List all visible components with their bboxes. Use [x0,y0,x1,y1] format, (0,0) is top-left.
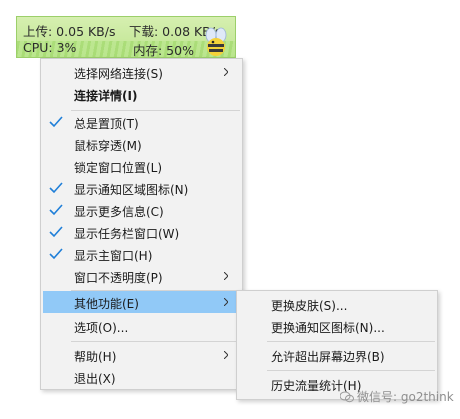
menu-item-label: 显示通知区域图标(N) [74,183,189,197]
menu-item-window-opacity[interactable]: 窗口不透明度(P) [43,265,240,287]
menu-item-label: 帮助(H) [74,350,117,364]
menu-item-options[interactable]: 选项(O)... [43,315,240,337]
widget-row-usage: CPU: 3% 内存: 50% [23,40,194,57]
menu-item-show-more-info[interactable]: 显示更多信息(C) [43,199,240,221]
wechat-watermark: 微信号: go2think [340,388,454,405]
menu-item-label: 窗口不透明度(P) [74,271,163,285]
submenu-item-change-skin[interactable]: 更换皮肤(S)... [239,293,435,315]
menu-separator [71,341,240,342]
checkmark-icon [49,182,63,194]
menu-item-label: 更换皮肤(S)... [271,299,348,313]
menu-item-label: 鼠标穿透(M) [74,139,142,153]
menu-separator [267,341,435,342]
watermark-text: 微信号: go2think [357,390,454,404]
chevron-right-icon [224,298,228,306]
menu-item-exit[interactable]: 退出(X) [43,366,240,388]
menu-item-label: 选择网络连接(S) [74,67,163,81]
wechat-icon [340,391,354,403]
menu-item-always-on-top[interactable]: 总是置顶(T) [43,111,240,133]
context-menu: 选择网络连接(S) 连接详情(I) 总是置顶(T) 鼠标穿透(M) 锁定窗口位置… [40,58,243,390]
bee-mascot-icon [205,27,227,56]
checkmark-icon [49,204,63,216]
menu-item-label: 允许超出屏幕边界(B) [271,350,385,364]
traffic-monitor-widget[interactable]: 上传: 0.05 KB/s 下载: 0.08 KB/s CPU: 3% 内存: … [16,16,236,58]
menu-item-label: 显示任务栏窗口(W) [74,227,180,241]
menu-item-select-network[interactable]: 选择网络连接(S) [43,61,240,83]
chevron-right-icon [224,351,228,359]
checkmark-icon [49,248,63,260]
menu-item-connection-details[interactable]: 连接详情(I) [43,83,240,105]
chevron-right-icon [224,68,228,76]
checkmark-icon [49,226,63,238]
menu-item-label: 显示更多信息(C) [74,205,164,219]
menu-item-help[interactable]: 帮助(H) [43,344,240,366]
chevron-right-icon [224,272,228,280]
menu-item-show-tray-icon[interactable]: 显示通知区域图标(N) [43,177,240,199]
widget-row-speed: 上传: 0.05 KB/s 下载: 0.08 KB/s [23,21,222,40]
menu-item-label: 锁定窗口位置(L) [74,161,163,175]
menu-item-label: 其他功能(E) [74,297,139,311]
menu-item-show-taskbar-window[interactable]: 显示任务栏窗口(W) [43,221,240,243]
submenu-item-change-tray-icon[interactable]: 更换通知区图标(N)... [239,315,435,337]
menu-item-label: 显示主窗口(H) [74,249,153,263]
menu-item-label: 更换通知区图标(N)... [271,321,385,335]
cpu-usage: CPU: 3% [23,40,77,55]
submenu-item-allow-beyond-screen[interactable]: 允许超出屏幕边界(B) [239,344,435,366]
menu-item-label: 选项(O)... [74,321,129,335]
menu-separator [267,370,435,371]
menu-item-lock-window[interactable]: 锁定窗口位置(L) [43,155,240,177]
menu-item-label: 总是置顶(T) [74,117,139,131]
memory-usage: 内存: 50% [133,43,194,58]
upload-speed: 上传: 0.05 KB/s [23,24,116,39]
other-functions-submenu: 更换皮肤(S)... 更换通知区图标(N)... 允许超出屏幕边界(B) 历史流… [236,290,438,400]
menu-item-mouse-through[interactable]: 鼠标穿透(M) [43,133,240,155]
menu-item-label: 连接详情(I) [74,89,138,103]
menu-item-other-functions[interactable]: 其他功能(E) [43,291,240,313]
menu-item-label: 退出(X) [74,372,116,386]
menu-item-show-main-window[interactable]: 显示主窗口(H) [43,243,240,265]
checkmark-icon [49,116,63,128]
